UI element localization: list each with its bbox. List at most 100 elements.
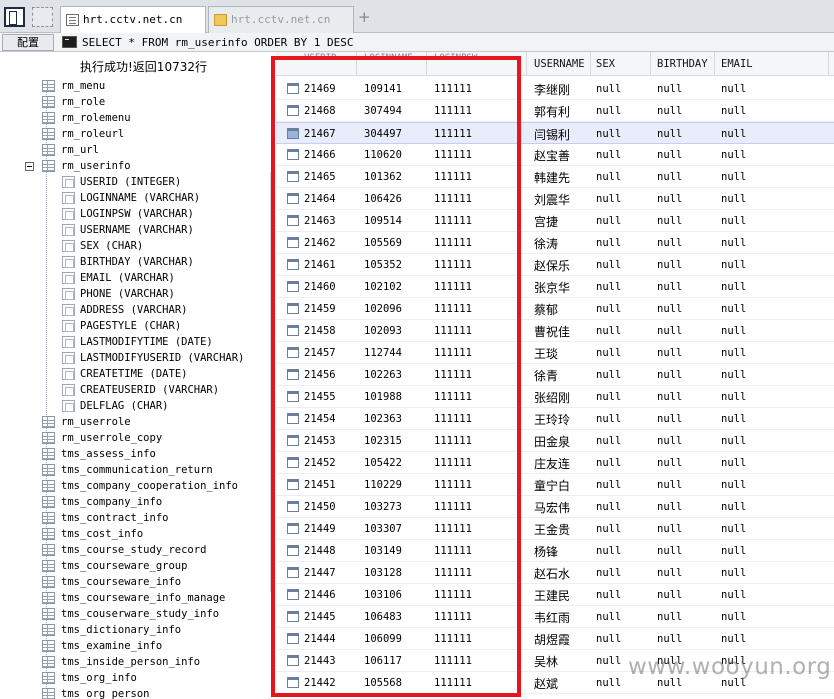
row-record-icon[interactable] [287,523,299,534]
table-row[interactable]: 21466 110620 111111 赵宝善 null null null [276,144,834,166]
cell-sex[interactable]: null [596,545,621,557]
cell-username[interactable]: 韩建先 [534,169,570,186]
cell-username[interactable]: 郭有利 [534,103,570,120]
cell-email[interactable]: null [721,347,746,359]
cell-loginpsw[interactable]: 111111 [434,501,472,513]
cell-username[interactable]: 王琰 [534,345,558,362]
table-row[interactable]: 21464 106426 111111 刘震华 null null null [276,188,834,210]
table-row[interactable]: 21463 109514 111111 宫捷 null null null [276,210,834,232]
cell-userid[interactable]: 21459 [304,303,336,315]
cell-email[interactable]: null [721,633,746,645]
cell-email[interactable]: null [721,303,746,315]
cell-loginpsw[interactable]: 111111 [434,149,472,161]
cell-loginpsw[interactable]: 111111 [434,655,472,667]
cell-loginname[interactable]: 102093 [364,325,402,337]
cell-userid[interactable]: 21442 [304,677,336,689]
table-row[interactable]: 21450 103273 111111 马宏伟 null null null [276,496,834,518]
cell-birthday[interactable]: null [657,633,682,645]
cell-sex[interactable]: null [596,83,621,95]
row-record-icon[interactable] [287,545,299,556]
tree-column-item[interactable]: CREATETIME (DATE) [0,366,270,382]
cell-birthday[interactable]: null [657,391,682,403]
tree-column-item[interactable]: USERID (INTEGER) [0,174,270,190]
cell-birthday[interactable]: null [657,281,682,293]
tree-table-item[interactable]: tms_contract_info [0,510,270,526]
row-record-icon[interactable] [287,171,299,182]
cell-email[interactable]: null [721,215,746,227]
row-record-icon[interactable] [287,611,299,622]
cell-userid[interactable]: 21446 [304,589,336,601]
cell-email[interactable]: null [721,83,746,95]
column-divider[interactable] [714,52,715,76]
cell-userid[interactable]: 21444 [304,633,336,645]
cell-sex[interactable]: null [596,567,621,579]
cell-birthday[interactable]: null [657,413,682,425]
cell-birthday[interactable]: null [657,501,682,513]
cell-birthday[interactable]: null [657,567,682,579]
tab-active[interactable]: hrt.cctv.net.cn [60,6,206,34]
tree-table-item[interactable]: tms_dictionary_info [0,622,270,638]
cell-userid[interactable]: 21466 [304,149,336,161]
cell-loginpsw[interactable]: 111111 [434,391,472,403]
cell-loginpsw[interactable]: 111111 [434,479,472,491]
cell-username[interactable]: 曹祝佳 [534,323,570,340]
cell-sex[interactable]: null [596,128,621,140]
cell-email[interactable]: null [721,105,746,117]
cell-username[interactable]: 韦红雨 [534,609,570,626]
cell-birthday[interactable]: null [657,193,682,205]
tree-column-item[interactable]: PHONE (VARCHAR) [0,286,270,302]
cell-email[interactable]: null [721,523,746,535]
cell-birthday[interactable]: null [657,215,682,227]
row-record-icon[interactable] [287,567,299,578]
row-record-icon[interactable] [287,457,299,468]
cell-loginpsw[interactable]: 111111 [434,281,472,293]
cell-loginname[interactable]: 102363 [364,413,402,425]
cell-loginname[interactable]: 102102 [364,281,402,293]
cell-userid[interactable]: 21458 [304,325,336,337]
cell-username[interactable]: 田金泉 [534,433,570,450]
cell-username[interactable]: 张京华 [534,279,570,296]
cell-email[interactable]: null [721,501,746,513]
cell-sex[interactable]: null [596,655,621,667]
row-record-icon[interactable] [287,347,299,358]
cell-loginpsw[interactable]: 111111 [434,83,472,95]
tree-column-item[interactable]: ADDRESS (VARCHAR) [0,302,270,318]
cell-username[interactable]: 刘震华 [534,191,570,208]
cell-loginname[interactable]: 106099 [364,633,402,645]
cell-sex[interactable]: null [596,369,621,381]
tree-table-item[interactable]: tms_assess_info [0,446,270,462]
table-row[interactable]: 21452 105422 111111 庄友连 null null null [276,452,834,474]
table-row[interactable]: 21456 102263 111111 徐青 null null null [276,364,834,386]
cell-userid[interactable]: 21450 [304,501,336,513]
column-header-birthday[interactable]: BIRTHDAY [657,58,708,70]
cell-username[interactable]: 杨锋 [534,543,558,560]
cell-birthday[interactable]: null [657,479,682,491]
cell-loginname[interactable]: 106483 [364,611,402,623]
cell-loginpsw[interactable]: 111111 [434,413,472,425]
row-record-icon[interactable] [287,479,299,490]
cell-loginpsw[interactable]: 111111 [434,193,472,205]
row-record-icon[interactable] [287,193,299,204]
cell-username[interactable]: 庄友连 [534,455,570,472]
cell-userid[interactable]: 21467 [304,128,336,140]
cell-loginname[interactable]: 102315 [364,435,402,447]
row-record-icon[interactable] [287,105,299,116]
table-row[interactable]: 21448 103149 111111 杨锋 null null null [276,540,834,562]
cell-loginpsw[interactable]: 111111 [434,677,472,689]
cell-username[interactable]: 李继刚 [534,81,570,98]
row-record-icon[interactable] [287,303,299,314]
cell-birthday[interactable]: null [657,545,682,557]
cell-email[interactable]: null [721,259,746,271]
tree-table-item[interactable]: tms_course_study_record [0,542,270,558]
cell-username[interactable]: 蔡郁 [534,301,558,318]
row-record-icon[interactable] [287,83,299,94]
cell-email[interactable]: null [721,545,746,557]
table-row[interactable]: 21451 110229 111111 童宁白 null null null [276,474,834,496]
row-record-icon[interactable] [287,435,299,446]
table-row[interactable]: 21469 109141 111111 李继刚 null null null [276,78,834,100]
cell-userid[interactable]: 21448 [304,545,336,557]
column-divider[interactable] [426,52,427,76]
cell-loginpsw[interactable]: 111111 [434,128,472,140]
cell-username[interactable]: 王金贵 [534,521,570,538]
cell-loginpsw[interactable]: 111111 [434,237,472,249]
